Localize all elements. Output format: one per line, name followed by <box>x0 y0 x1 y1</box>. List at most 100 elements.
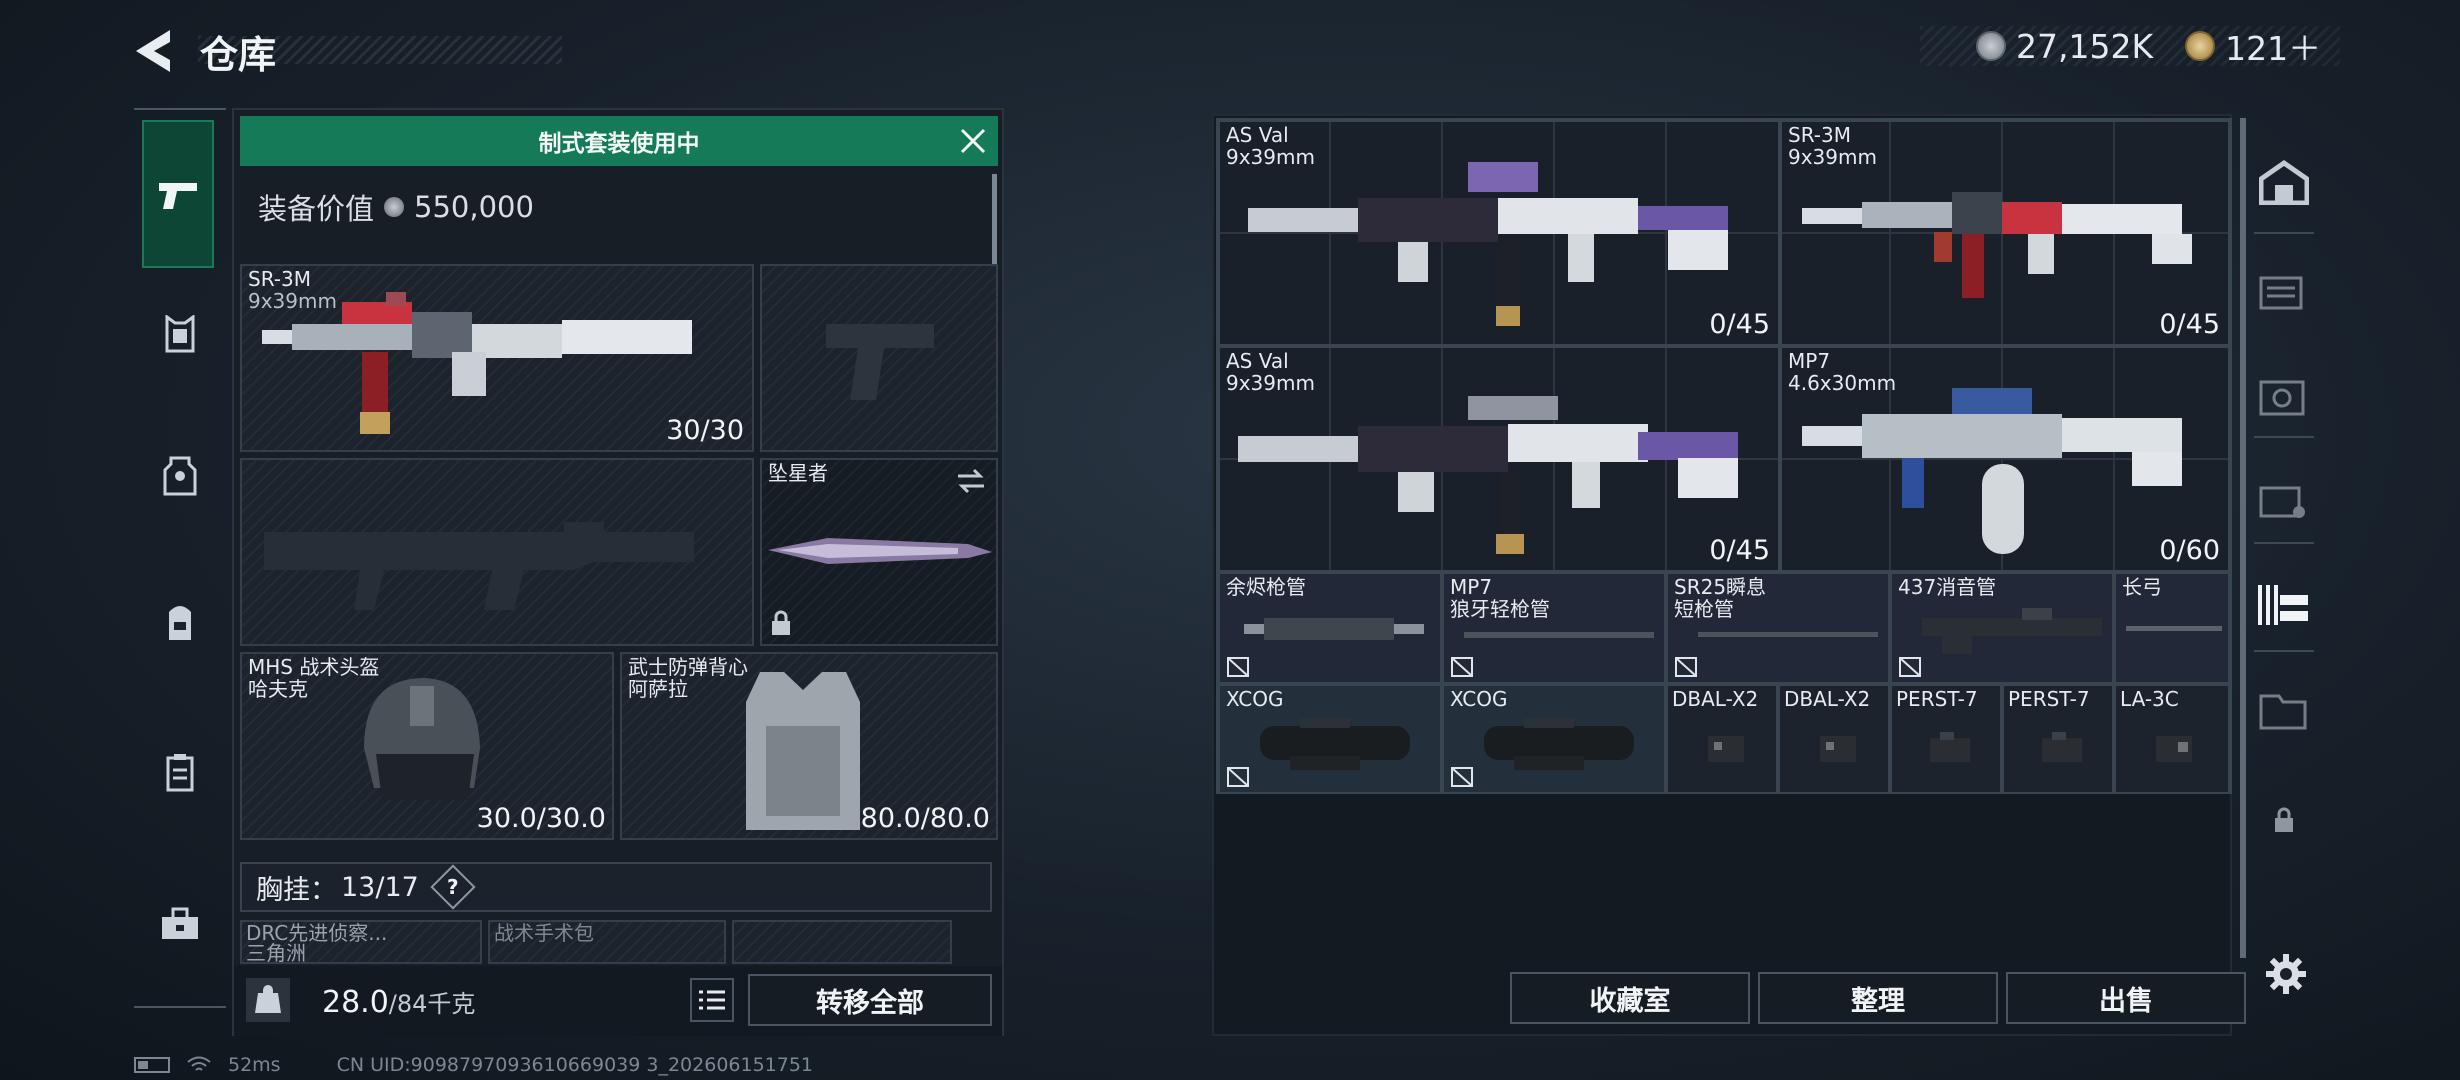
tab-storage-3[interactable] <box>2244 250 2324 330</box>
tab-weapon-rack-active[interactable] <box>2244 566 2324 646</box>
close-button[interactable] <box>958 126 988 156</box>
loadout-panel: 制式套装使用中 装备价值 550,000 SR-3M 9x39mm 30/30 <box>232 108 1004 1036</box>
sr3m-rifle-icon <box>1802 192 2192 298</box>
barrel-icon <box>1464 632 1654 638</box>
melee-slot[interactable]: 坠星者 <box>760 458 998 646</box>
wifi-icon <box>187 1056 211 1071</box>
secondary-weapon-slot-empty[interactable] <box>240 458 754 646</box>
storage-weapon-item[interactable]: SR-3M 9x39mm 0/45 <box>1780 120 2230 346</box>
rack-icon <box>2259 276 2303 310</box>
folder-icon <box>2259 694 2307 730</box>
chest-item-slot[interactable]: DRC先进侦察... 三角洲 <box>240 920 482 964</box>
tab-storage-5[interactable] <box>2244 356 2324 436</box>
status-bar: 52ms CN UID:9098797093610669039 3_202606… <box>134 1054 813 1076</box>
tab-locked[interactable] <box>2244 780 2324 860</box>
storage-weapon-item[interactable]: MP7 4.6x30mm 0/60 <box>1780 346 2230 572</box>
premium-coin-icon <box>2185 31 2216 61</box>
lock-icon <box>2275 807 2293 832</box>
vest-armor-icon <box>746 672 860 830</box>
back-arrow-icon <box>136 30 170 72</box>
sidebar-tab-case[interactable] <box>142 734 218 810</box>
storage-laser-item[interactable]: DBAL-X2 <box>1778 684 1890 794</box>
item-name: PERST-7 <box>2008 687 2090 711</box>
storage-laser-item[interactable]: LA-3C <box>2114 684 2230 794</box>
storage-weapon-item[interactable]: AS Val 9x39mm 0/45 <box>1218 346 1780 572</box>
lock-icon <box>772 610 790 635</box>
storage-attachment-item[interactable]: 余烬枪管 <box>1218 572 1442 684</box>
ping: 52ms <box>228 1054 281 1076</box>
chest-rig-label: 胸挂： <box>256 874 337 906</box>
back-button[interactable] <box>130 26 178 76</box>
list-icon <box>699 990 725 1010</box>
barrel-icon <box>2126 626 2222 631</box>
swap-icon[interactable] <box>956 468 986 494</box>
laser-module-icon <box>1708 736 1744 762</box>
value-label: 装备价值 <box>258 192 375 226</box>
primary-weapon-slot[interactable]: SR-3M 9x39mm 30/30 <box>240 264 754 452</box>
settings-button[interactable] <box>2264 952 2308 996</box>
safe-icon <box>2259 380 2305 416</box>
page-title: 仓库 <box>200 33 277 77</box>
storage-attachment-item[interactable]: 长弓 <box>2114 572 2230 684</box>
armor-slot[interactable]: 武士防弹背心 阿萨拉 80.0/80.0 <box>620 652 998 840</box>
laser-module-icon <box>2156 736 2192 762</box>
warehouse-icon <box>2259 159 2309 205</box>
no-trade-icon <box>1227 767 1249 787</box>
equipment-value: 装备价值 550,000 <box>258 186 534 228</box>
sort-button[interactable]: 整理 <box>1758 972 1998 1024</box>
close-icon <box>960 128 986 154</box>
no-trade-icon <box>1899 657 1921 677</box>
loadout-footer: 28.0 /84千克 转移全部 <box>234 966 1002 1036</box>
red-dot-icon <box>1930 732 1970 762</box>
asval-rifle-icon <box>1238 396 1738 554</box>
list-view-button[interactable] <box>690 978 734 1022</box>
collection-room-button[interactable]: 收藏室 <box>1510 972 1750 1024</box>
storage-scope-item[interactable]: PERST-7 <box>1890 684 2002 794</box>
helmet-durability: 30.0/30.0 <box>476 803 606 834</box>
asval-rifle-icon <box>1248 162 1728 326</box>
standard-kit-banner: 制式套装使用中 <box>240 116 998 166</box>
sell-button[interactable]: 出售 <box>2006 972 2246 1024</box>
sidebar-tab-chest-rig[interactable] <box>142 296 218 372</box>
storage-tabs <box>2244 130 2324 930</box>
rifle-placeholder-icon <box>264 522 694 610</box>
storage-scope-item[interactable]: XCOG <box>1442 684 1666 794</box>
storage-weapon-item[interactable]: AS Val 9x39mm 0/45 <box>1218 120 1780 346</box>
coin-icon <box>384 197 405 217</box>
tab-storage-4b[interactable] <box>2244 670 2324 750</box>
storage-attachment-item[interactable]: MP7 狼牙轻枪管 <box>1442 572 1666 684</box>
storage-attachment-item[interactable]: 437消音管 <box>1890 572 2114 684</box>
ammo-count: 0/45 <box>1709 535 1770 566</box>
gear-rack-icon <box>2259 486 2305 518</box>
kg-weight-icon <box>255 985 281 1013</box>
coin-amount: 27,152K <box>2016 26 2154 66</box>
storage-grid: AS Val 9x39mm 0/45 SR-3M 9x39mm 0/45 AS … <box>1216 118 2232 794</box>
chest-item-slot[interactable] <box>732 920 952 964</box>
premium-amount[interactable]: 121＋ <box>2225 22 2321 70</box>
sidebar-tab-toolkit[interactable] <box>142 886 218 962</box>
value-amount: 550,000 <box>414 190 534 224</box>
storage-attachment-item[interactable]: SR25瞬息 短枪管 <box>1666 572 1890 684</box>
weight-readout: 28.0 /84千克 <box>322 984 475 1020</box>
tab-all-storage[interactable] <box>2244 142 2324 222</box>
helmet-slot[interactable]: MHS 战术头盔 哈夫克 30.0/30.0 <box>240 652 614 840</box>
ammo-count: 0/45 <box>2159 309 2220 340</box>
pistol-slot-empty[interactable] <box>760 264 998 452</box>
storage-scope-item[interactable]: XCOG <box>1218 684 1442 794</box>
chest-rig-bar[interactable]: 胸挂： 13/17 ? <box>240 862 992 912</box>
tab-storage-4[interactable] <box>2244 460 2324 540</box>
help-icon[interactable]: ? <box>430 864 476 910</box>
armor-durability: 80.0/80.0 <box>860 803 990 834</box>
left-sidebar <box>134 108 226 1008</box>
storage-laser-item[interactable]: DBAL-X2 <box>1666 684 1778 794</box>
sidebar-tab-weapons[interactable] <box>142 120 214 268</box>
chest-item-slot[interactable]: 战术手术包 <box>488 920 726 964</box>
currency-bar: 27,152K 121＋ <box>1920 26 2340 68</box>
sidebar-tab-armor[interactable] <box>142 438 218 514</box>
weight-current: 28.0 <box>322 985 389 1020</box>
no-trade-icon <box>1451 657 1473 677</box>
storage-scope-item[interactable]: PERST-7 <box>2002 684 2114 794</box>
tab-divider <box>2254 650 2314 652</box>
sidebar-tab-backpack[interactable] <box>142 584 218 660</box>
transfer-all-button[interactable]: 转移全部 <box>748 974 992 1026</box>
